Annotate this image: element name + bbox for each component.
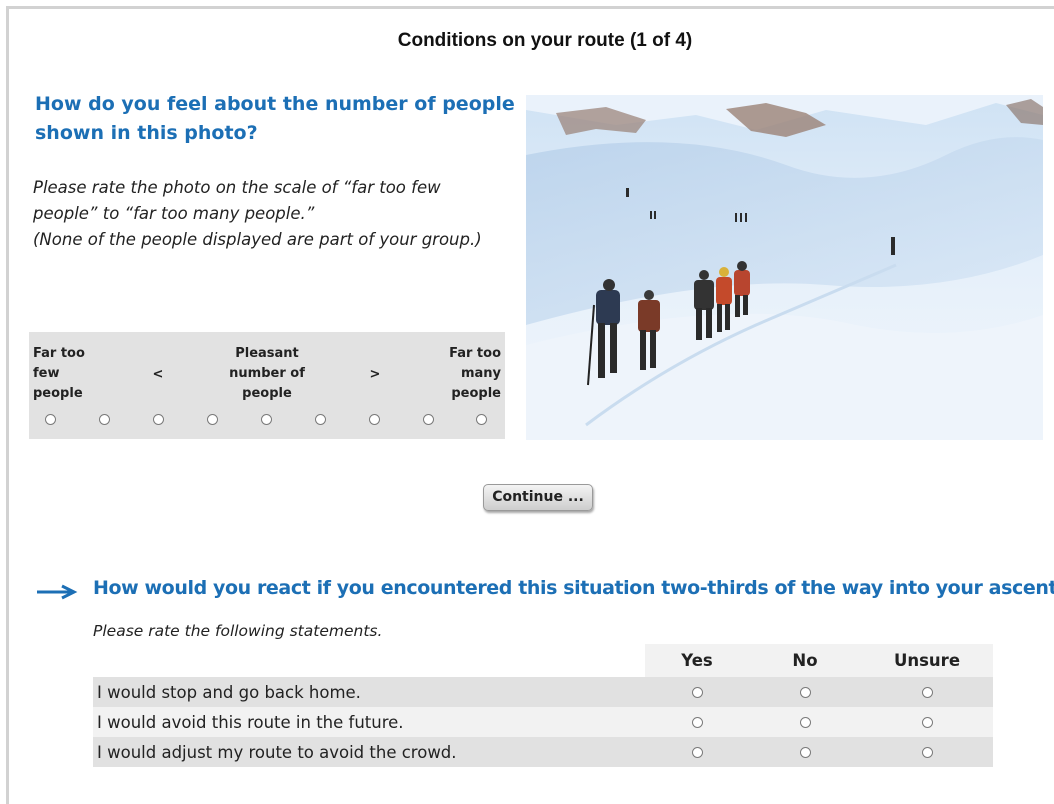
table-row: I would avoid this route in the future. xyxy=(93,707,993,737)
radio-no[interactable] xyxy=(799,686,811,698)
radio-yes[interactable] xyxy=(691,686,703,698)
question-2-instruction: Please rate the following statements. xyxy=(93,622,383,640)
instruction-line: Please rate the photo on the scale of “f… xyxy=(33,178,441,197)
radio-unsure[interactable] xyxy=(921,686,933,698)
radio-yes[interactable] xyxy=(691,746,703,758)
radio-no[interactable] xyxy=(799,716,811,728)
ski-touring-photo xyxy=(526,95,1043,440)
statement-text: I would avoid this route in the future. xyxy=(93,707,645,737)
scale-radio-9[interactable] xyxy=(476,414,487,425)
no-cell xyxy=(749,677,861,707)
scale-radio-4[interactable] xyxy=(207,414,218,425)
yes-cell xyxy=(645,677,749,707)
statements-table: Yes No Unsure I would stop and go back h… xyxy=(93,644,993,767)
scale-label-line: number of xyxy=(229,366,305,381)
column-header-no: No xyxy=(749,644,861,677)
instruction-line: (None of the people displayed are part o… xyxy=(33,230,482,249)
header-blank xyxy=(93,644,645,677)
scale-label-line: people xyxy=(242,386,292,401)
scale-greater-symbol: > xyxy=(369,367,381,382)
column-header-yes: Yes xyxy=(645,644,749,677)
continue-button[interactable]: Continue ... xyxy=(483,484,593,511)
no-cell xyxy=(749,737,861,767)
radio-no[interactable] xyxy=(799,746,811,758)
scale-radio-1[interactable] xyxy=(45,414,56,425)
scale-radio-6[interactable] xyxy=(315,414,326,425)
question-1-text: How do you feel about the number of peop… xyxy=(35,93,515,144)
radio-unsure[interactable] xyxy=(921,746,933,758)
scale-label-far-too-few: Far too few people xyxy=(33,344,85,404)
yes-cell xyxy=(645,737,749,767)
scale-label-far-too-many: Far too many people xyxy=(449,344,501,404)
statement-text: I would stop and go back home. xyxy=(93,677,645,707)
page-frame-top-border xyxy=(8,6,1054,9)
scale-less-symbol: < xyxy=(152,367,164,382)
table-row: I would stop and go back home. xyxy=(93,677,993,707)
scale-label-line: Far too xyxy=(33,346,85,361)
scale-label-line: people xyxy=(33,386,83,401)
statement-text: I would adjust my route to avoid the cro… xyxy=(93,737,645,767)
table-row: I would adjust my route to avoid the cro… xyxy=(93,737,993,767)
radio-yes[interactable] xyxy=(691,716,703,728)
unsure-cell xyxy=(861,677,993,707)
scale-label-line: Far too xyxy=(449,346,501,361)
scale-label-line: Pleasant xyxy=(235,346,299,361)
scale-radio-2[interactable] xyxy=(99,414,110,425)
instruction-line: people” to “far too many people.” xyxy=(33,204,315,223)
page-frame-left-border xyxy=(6,6,9,804)
crowding-rating-scale: Far too few people < Pleasant number of … xyxy=(29,332,505,439)
scale-label-line: many xyxy=(460,366,501,381)
page-title: Conditions on your route (1 of 4) xyxy=(397,30,693,51)
scale-radio-8[interactable] xyxy=(423,414,434,425)
scale-radio-5[interactable] xyxy=(261,414,272,425)
scale-label-line: few xyxy=(33,366,60,381)
unsure-cell xyxy=(861,707,993,737)
question-2-text: How would you react if you encountered t… xyxy=(93,577,1054,599)
scale-label-line: people xyxy=(451,386,501,401)
unsure-cell xyxy=(861,737,993,767)
yes-cell xyxy=(645,707,749,737)
arrow-right-icon xyxy=(37,584,78,600)
column-header-unsure: Unsure xyxy=(861,644,993,677)
radio-unsure[interactable] xyxy=(921,716,933,728)
no-cell xyxy=(749,707,861,737)
scale-radio-7[interactable] xyxy=(369,414,380,425)
question-1-instruction: Please rate the photo on the scale of “f… xyxy=(33,175,513,253)
scale-radio-3[interactable] xyxy=(153,414,164,425)
scale-label-pleasant: Pleasant number of people xyxy=(229,344,305,404)
table-header-row: Yes No Unsure xyxy=(93,644,993,677)
